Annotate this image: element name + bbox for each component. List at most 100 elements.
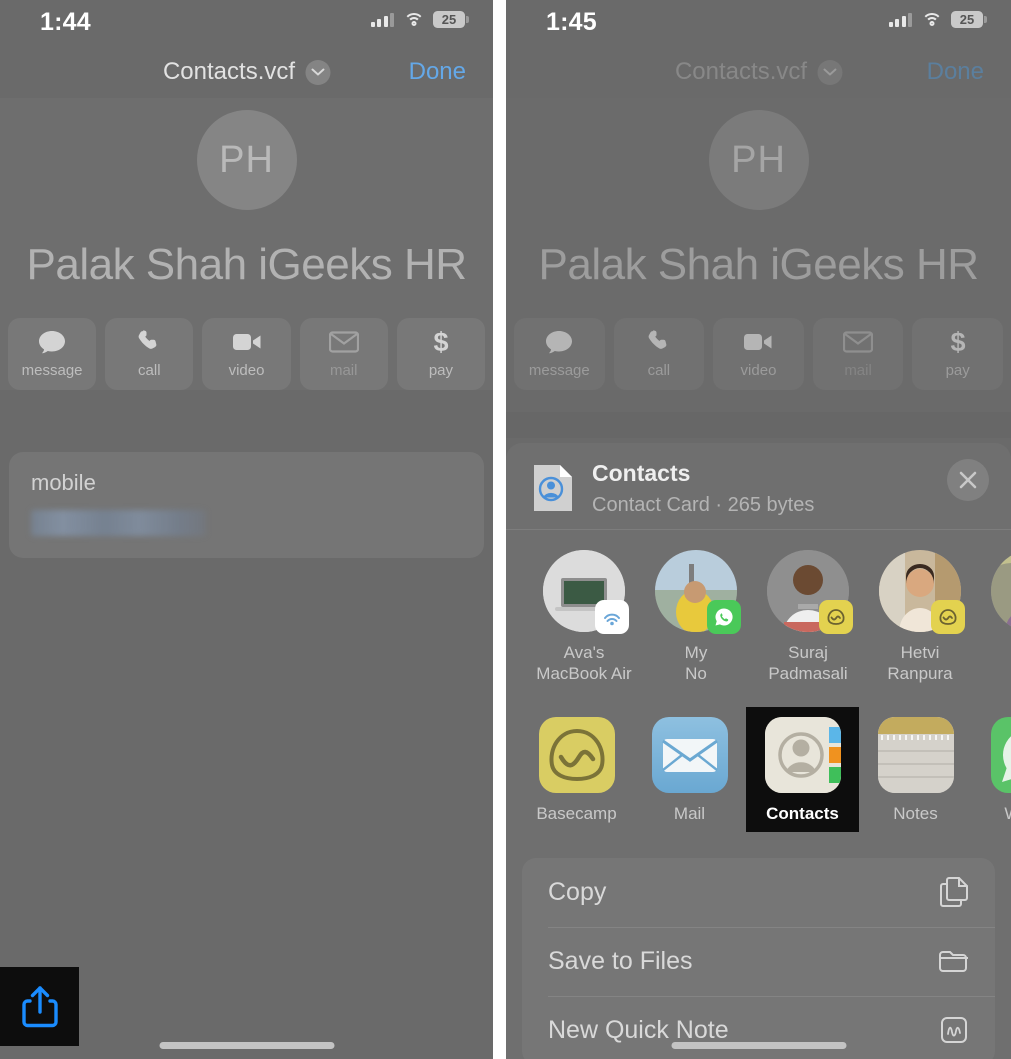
phone-icon — [136, 329, 162, 355]
chevron-down-icon[interactable] — [817, 59, 843, 85]
call-label: call — [647, 362, 671, 379]
phone-number-redacted — [31, 510, 206, 536]
message-bubble-icon — [544, 329, 574, 355]
chevron-down-icon[interactable] — [305, 59, 331, 85]
quick-note-icon — [937, 1013, 971, 1047]
video-camera-icon — [232, 329, 262, 355]
screenshot-stage: 1:44 25 Contacts.vcf Done PH Palak Shah … — [0, 0, 1011, 1059]
share-app-label: Basecamp — [536, 803, 617, 823]
call-button[interactable]: call — [613, 318, 705, 390]
avatar — [767, 550, 853, 634]
close-icon[interactable] — [947, 459, 989, 501]
battery-icon: 25 — [951, 11, 987, 28]
share-app-basecamp[interactable]: Basecamp — [520, 707, 633, 832]
status-bar-indicators: 25 — [888, 11, 987, 28]
contact-name: Palak Shah iGeeks HR — [538, 240, 980, 289]
share-sheet-title: Contacts — [592, 460, 691, 486]
share-target[interactable]: Suraj Padmasali — [752, 550, 864, 685]
share-app-notes[interactable]: Notes — [859, 707, 972, 832]
message-label: message — [21, 362, 83, 379]
right-phone-screen: 1:45 25 Contacts.vcf Done PH Palak Shah … — [506, 0, 1011, 1059]
share-target-name: Suraj Padmasali — [768, 643, 848, 684]
share-target[interactable]: Ava's MacBook Air — [528, 550, 640, 685]
share-target[interactable]: Hetvi Ranpura — [864, 550, 976, 685]
pay-button[interactable]: $ pay — [912, 318, 1003, 390]
pay-label: pay — [428, 362, 453, 379]
pay-button[interactable]: $ pay — [396, 318, 486, 390]
call-button[interactable]: call — [105, 318, 194, 390]
whatsapp-icon — [707, 600, 741, 634]
cellular-signal-icon — [888, 12, 912, 27]
contact-card: PH Palak Shah iGeeks HR message call vid… — [0, 98, 493, 390]
file-title: Contacts.vcf — [674, 58, 808, 85]
notes-app-icon — [877, 716, 954, 793]
quick-action-row: message call video mail $ pay — [0, 290, 493, 390]
share-app-label: Whats — [972, 804, 1011, 824]
status-bar: 1:45 25 — [506, 0, 1011, 46]
status-bar: 1:44 25 — [0, 0, 493, 46]
whatsapp-app-icon — [990, 716, 1011, 793]
video-button[interactable]: video — [202, 318, 291, 390]
avatar: PH — [196, 110, 297, 210]
phone-field-card[interactable]: mobile — [9, 452, 484, 558]
phone-field-label: mobile — [31, 470, 96, 495]
message-button[interactable]: message — [8, 318, 97, 390]
avatar-initials: PH — [731, 138, 786, 181]
video-button[interactable]: video — [713, 318, 804, 390]
share-target[interactable]: N Th — [976, 550, 1011, 685]
mail-button[interactable]: mail — [812, 318, 904, 390]
mail-label: mail — [844, 362, 872, 379]
nav-title-group[interactable]: Contacts.vcf — [163, 58, 331, 86]
share-targets-row: Ava's MacBook Air My No Suraj Padmasali … — [506, 530, 1011, 685]
basecamp-icon — [819, 600, 853, 634]
share-app-contacts[interactable]: Contacts — [746, 706, 859, 832]
message-label: message — [528, 362, 590, 379]
share-app-label: Mail — [673, 803, 706, 823]
message-button[interactable]: message — [514, 318, 605, 390]
folder-icon — [937, 944, 971, 978]
phone-icon — [646, 329, 672, 355]
nav-title-group[interactable]: Contacts.vcf — [674, 58, 843, 86]
share-sheet-subtitle: Contact Card · 265 bytes — [592, 494, 815, 517]
mail-app-icon — [651, 716, 728, 793]
share-apps-row: Basecamp Mail Contacts Notes — [506, 685, 1011, 832]
action-new-quick-note[interactable]: New Quick Note — [522, 995, 995, 1059]
action-label: Copy — [548, 877, 607, 906]
basecamp-app-icon — [538, 716, 615, 793]
basecamp-icon — [931, 600, 965, 634]
share-target-name: My No — [684, 643, 708, 684]
mail-button[interactable]: mail — [299, 318, 388, 390]
share-sheet-meta: Contacts Contact Card · 265 bytes — [592, 460, 815, 521]
battery-level: 25 — [441, 12, 457, 27]
share-app-label: Contacts — [766, 803, 839, 823]
contact-card-document-icon — [532, 463, 574, 513]
action-copy[interactable]: Copy — [522, 858, 995, 927]
done-button[interactable]: Done — [409, 58, 466, 86]
wifi-icon — [921, 12, 942, 28]
section-divider — [0, 412, 493, 438]
pay-label: pay — [945, 362, 970, 379]
home-indicator — [159, 1042, 334, 1049]
share-actions-list: Copy Save to Files New Quick Note — [522, 857, 995, 1059]
avatar — [543, 550, 629, 634]
done-button[interactable]: Done — [927, 58, 984, 86]
avatar — [655, 550, 741, 634]
share-app-label: Notes — [893, 803, 938, 823]
share-app-mail[interactable]: Mail — [633, 707, 746, 832]
home-indicator — [671, 1042, 846, 1049]
avatar — [991, 550, 1011, 632]
video-label: video — [228, 362, 265, 379]
share-app-whatsapp[interactable]: Whats — [972, 707, 1011, 832]
share-button[interactable] — [0, 967, 79, 1046]
share-sheet-header: Contacts Contact Card · 265 bytes — [506, 443, 1011, 521]
airdrop-icon — [595, 600, 629, 634]
avatar: PH — [708, 110, 809, 210]
status-bar-time: 1:44 — [40, 8, 91, 36]
action-save-to-files[interactable]: Save to Files — [522, 926, 995, 996]
dollar-sign-icon: $ — [432, 328, 450, 356]
action-label: Save to Files — [548, 946, 693, 975]
action-label: New Quick Note — [548, 1015, 729, 1044]
navigation-bar: Contacts.vcf Done — [0, 46, 493, 98]
envelope-icon — [843, 329, 874, 355]
share-target[interactable]: My No — [640, 550, 752, 685]
